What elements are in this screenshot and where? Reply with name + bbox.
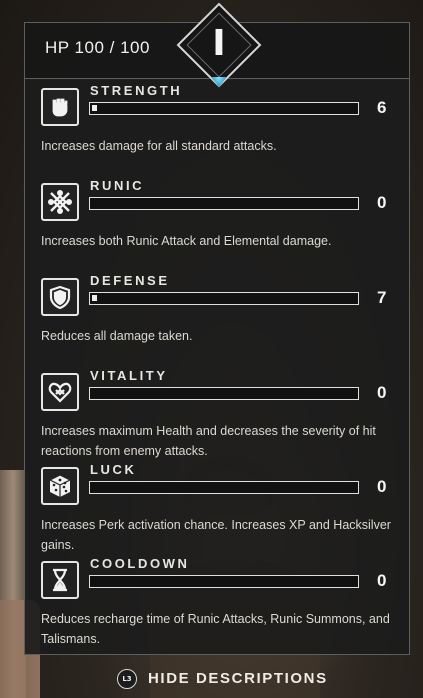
stat-value: 0 <box>377 571 387 590</box>
stat-bar-fill <box>92 105 97 111</box>
stat-description: Increases damage for all standard attack… <box>41 139 277 153</box>
stat-name: VITALITY <box>90 368 168 383</box>
stat-bar <box>89 292 359 305</box>
stat-name: LUCK <box>90 462 137 477</box>
stat-value: 0 <box>377 383 387 402</box>
stat-bar <box>89 481 359 494</box>
level-number: I <box>212 23 226 64</box>
stat-description: Increases Perk activation chance. Increa… <box>41 518 391 552</box>
stats-panel: HP 100 / 100 I STRENGTH 6 Increases dama… <box>24 2 410 655</box>
stat-bar <box>89 102 359 115</box>
shield-icon <box>41 278 79 316</box>
stat-bar <box>89 197 359 210</box>
stat-value: 7 <box>377 288 387 307</box>
hide-descriptions-label[interactable]: HIDE DESCRIPTIONS <box>148 670 328 687</box>
l3-button-icon[interactable]: L3 <box>117 669 137 689</box>
stat-name: COOLDOWN <box>90 556 190 571</box>
dice-icon <box>41 467 79 505</box>
heart-knot-icon <box>41 373 79 411</box>
stat-bar <box>89 387 359 400</box>
stat-name: DEFENSE <box>90 273 170 288</box>
stat-bar-fill <box>92 295 97 301</box>
level-badge: I <box>176 2 262 88</box>
stat-description: Increases maximum Health and decreases t… <box>41 424 376 458</box>
stat-description: Reduces recharge time of Runic Attacks, … <box>41 612 390 646</box>
stat-name: RUNIC <box>90 178 145 193</box>
fist-icon <box>41 88 79 126</box>
runic-knot-icon <box>41 183 79 221</box>
stat-value: 0 <box>377 477 387 496</box>
stat-value: 6 <box>377 98 387 117</box>
stat-name: STRENGTH <box>90 83 183 98</box>
hourglass-icon <box>41 561 79 599</box>
hp-readout: HP 100 / 100 <box>45 38 150 57</box>
stat-bar <box>89 575 359 588</box>
stat-value: 0 <box>377 193 387 212</box>
hide-descriptions-prompt[interactable]: L3 HIDE DESCRIPTIONS <box>0 664 423 692</box>
stat-description: Reduces all damage taken. <box>41 329 193 343</box>
stat-description: Increases both Runic Attack and Elementa… <box>41 234 332 248</box>
